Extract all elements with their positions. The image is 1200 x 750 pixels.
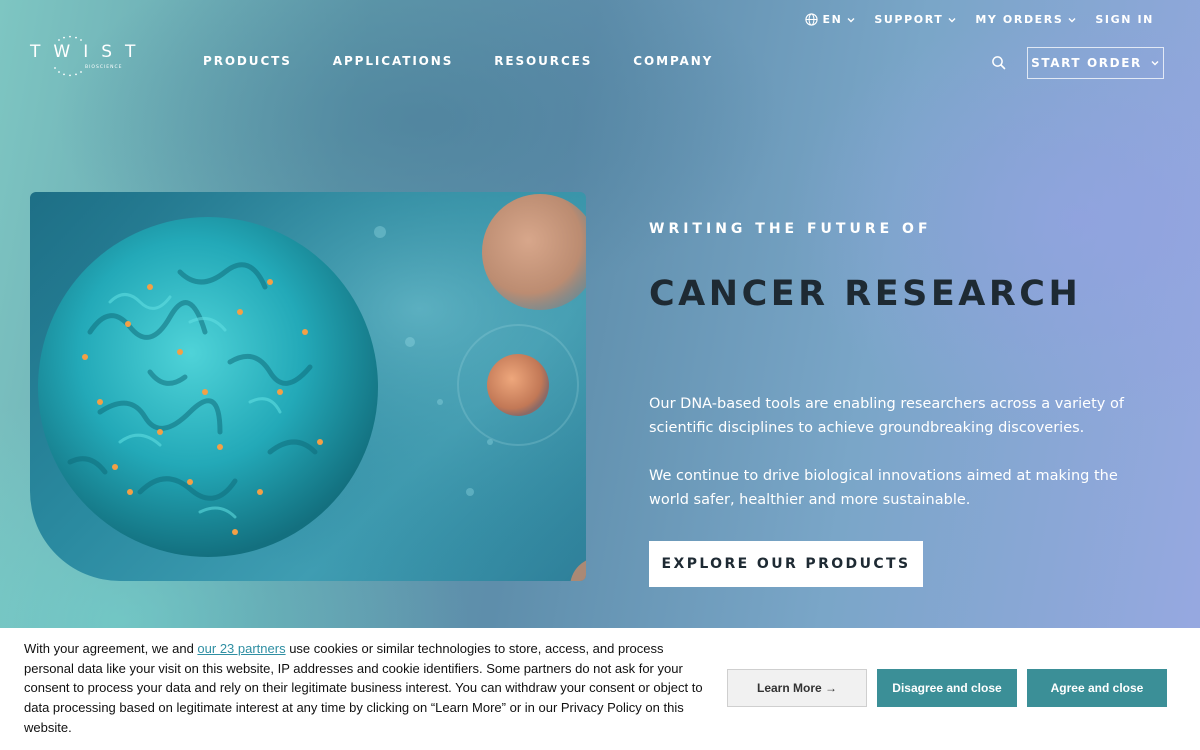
hero-eyebrow: WRITING THE FUTURE OF <box>649 221 932 237</box>
nav-item-company[interactable]: COMPANY <box>633 54 713 68</box>
hero-headline: CANCER RESEARCH <box>649 274 1082 314</box>
utility-bar: EN SUPPORT MY ORDERS SIGN IN <box>805 13 1154 26</box>
nav-item-products[interactable]: PRODUCTS <box>203 54 292 68</box>
cancer-cell-illustration <box>30 192 586 581</box>
twist-logo[interactable]: TWIST BIOSCIENCE <box>30 34 140 78</box>
cookie-banner: With your agreement, we and our 23 partn… <box>0 628 1200 750</box>
my-orders-menu[interactable]: MY ORDERS <box>975 13 1077 26</box>
logo-wordmark: TWIST <box>30 42 149 62</box>
cookie-text: With your agreement, we and our 23 partn… <box>24 639 714 738</box>
support-menu[interactable]: SUPPORT <box>874 13 957 26</box>
cookie-text-before: With your agreement, we and <box>24 641 198 656</box>
chevron-down-icon <box>847 17 855 22</box>
disagree-close-button[interactable]: Disagree and close <box>877 669 1017 707</box>
support-label: SUPPORT <box>874 13 944 26</box>
chevron-down-icon <box>1068 17 1076 22</box>
hero-cell-image <box>30 192 586 581</box>
chevron-down-icon <box>1151 61 1159 66</box>
learn-more-button[interactable]: Learn More → <box>727 669 867 707</box>
logo-subtitle: BIOSCIENCE <box>85 65 123 70</box>
my-orders-label: MY ORDERS <box>975 13 1064 26</box>
sign-in-label: SIGN IN <box>1095 13 1154 26</box>
agree-close-button[interactable]: Agree and close <box>1027 669 1167 707</box>
main-nav: PRODUCTS APPLICATIONS RESOURCES COMPANY <box>203 54 713 68</box>
partners-link[interactable]: our 23 partners <box>197 641 285 656</box>
chevron-down-icon <box>948 17 956 22</box>
nav-item-applications[interactable]: APPLICATIONS <box>333 54 454 68</box>
search-icon[interactable] <box>991 55 1007 71</box>
language-label: EN <box>822 13 843 26</box>
globe-icon <box>805 13 819 26</box>
explore-products-button[interactable]: EXPLORE OUR PRODUCTS <box>649 541 923 587</box>
language-selector[interactable]: EN <box>805 13 856 26</box>
start-order-label: START ORDER <box>1031 56 1142 70</box>
hero-paragraph-1: Our DNA-based tools are enabling researc… <box>649 396 1124 436</box>
start-order-button[interactable]: START ORDER <box>1027 47 1164 79</box>
hero-paragraph-2: We continue to drive biological innovati… <box>649 468 1118 508</box>
sign-in-link[interactable]: SIGN IN <box>1095 13 1154 26</box>
nav-item-resources[interactable]: RESOURCES <box>494 54 592 68</box>
